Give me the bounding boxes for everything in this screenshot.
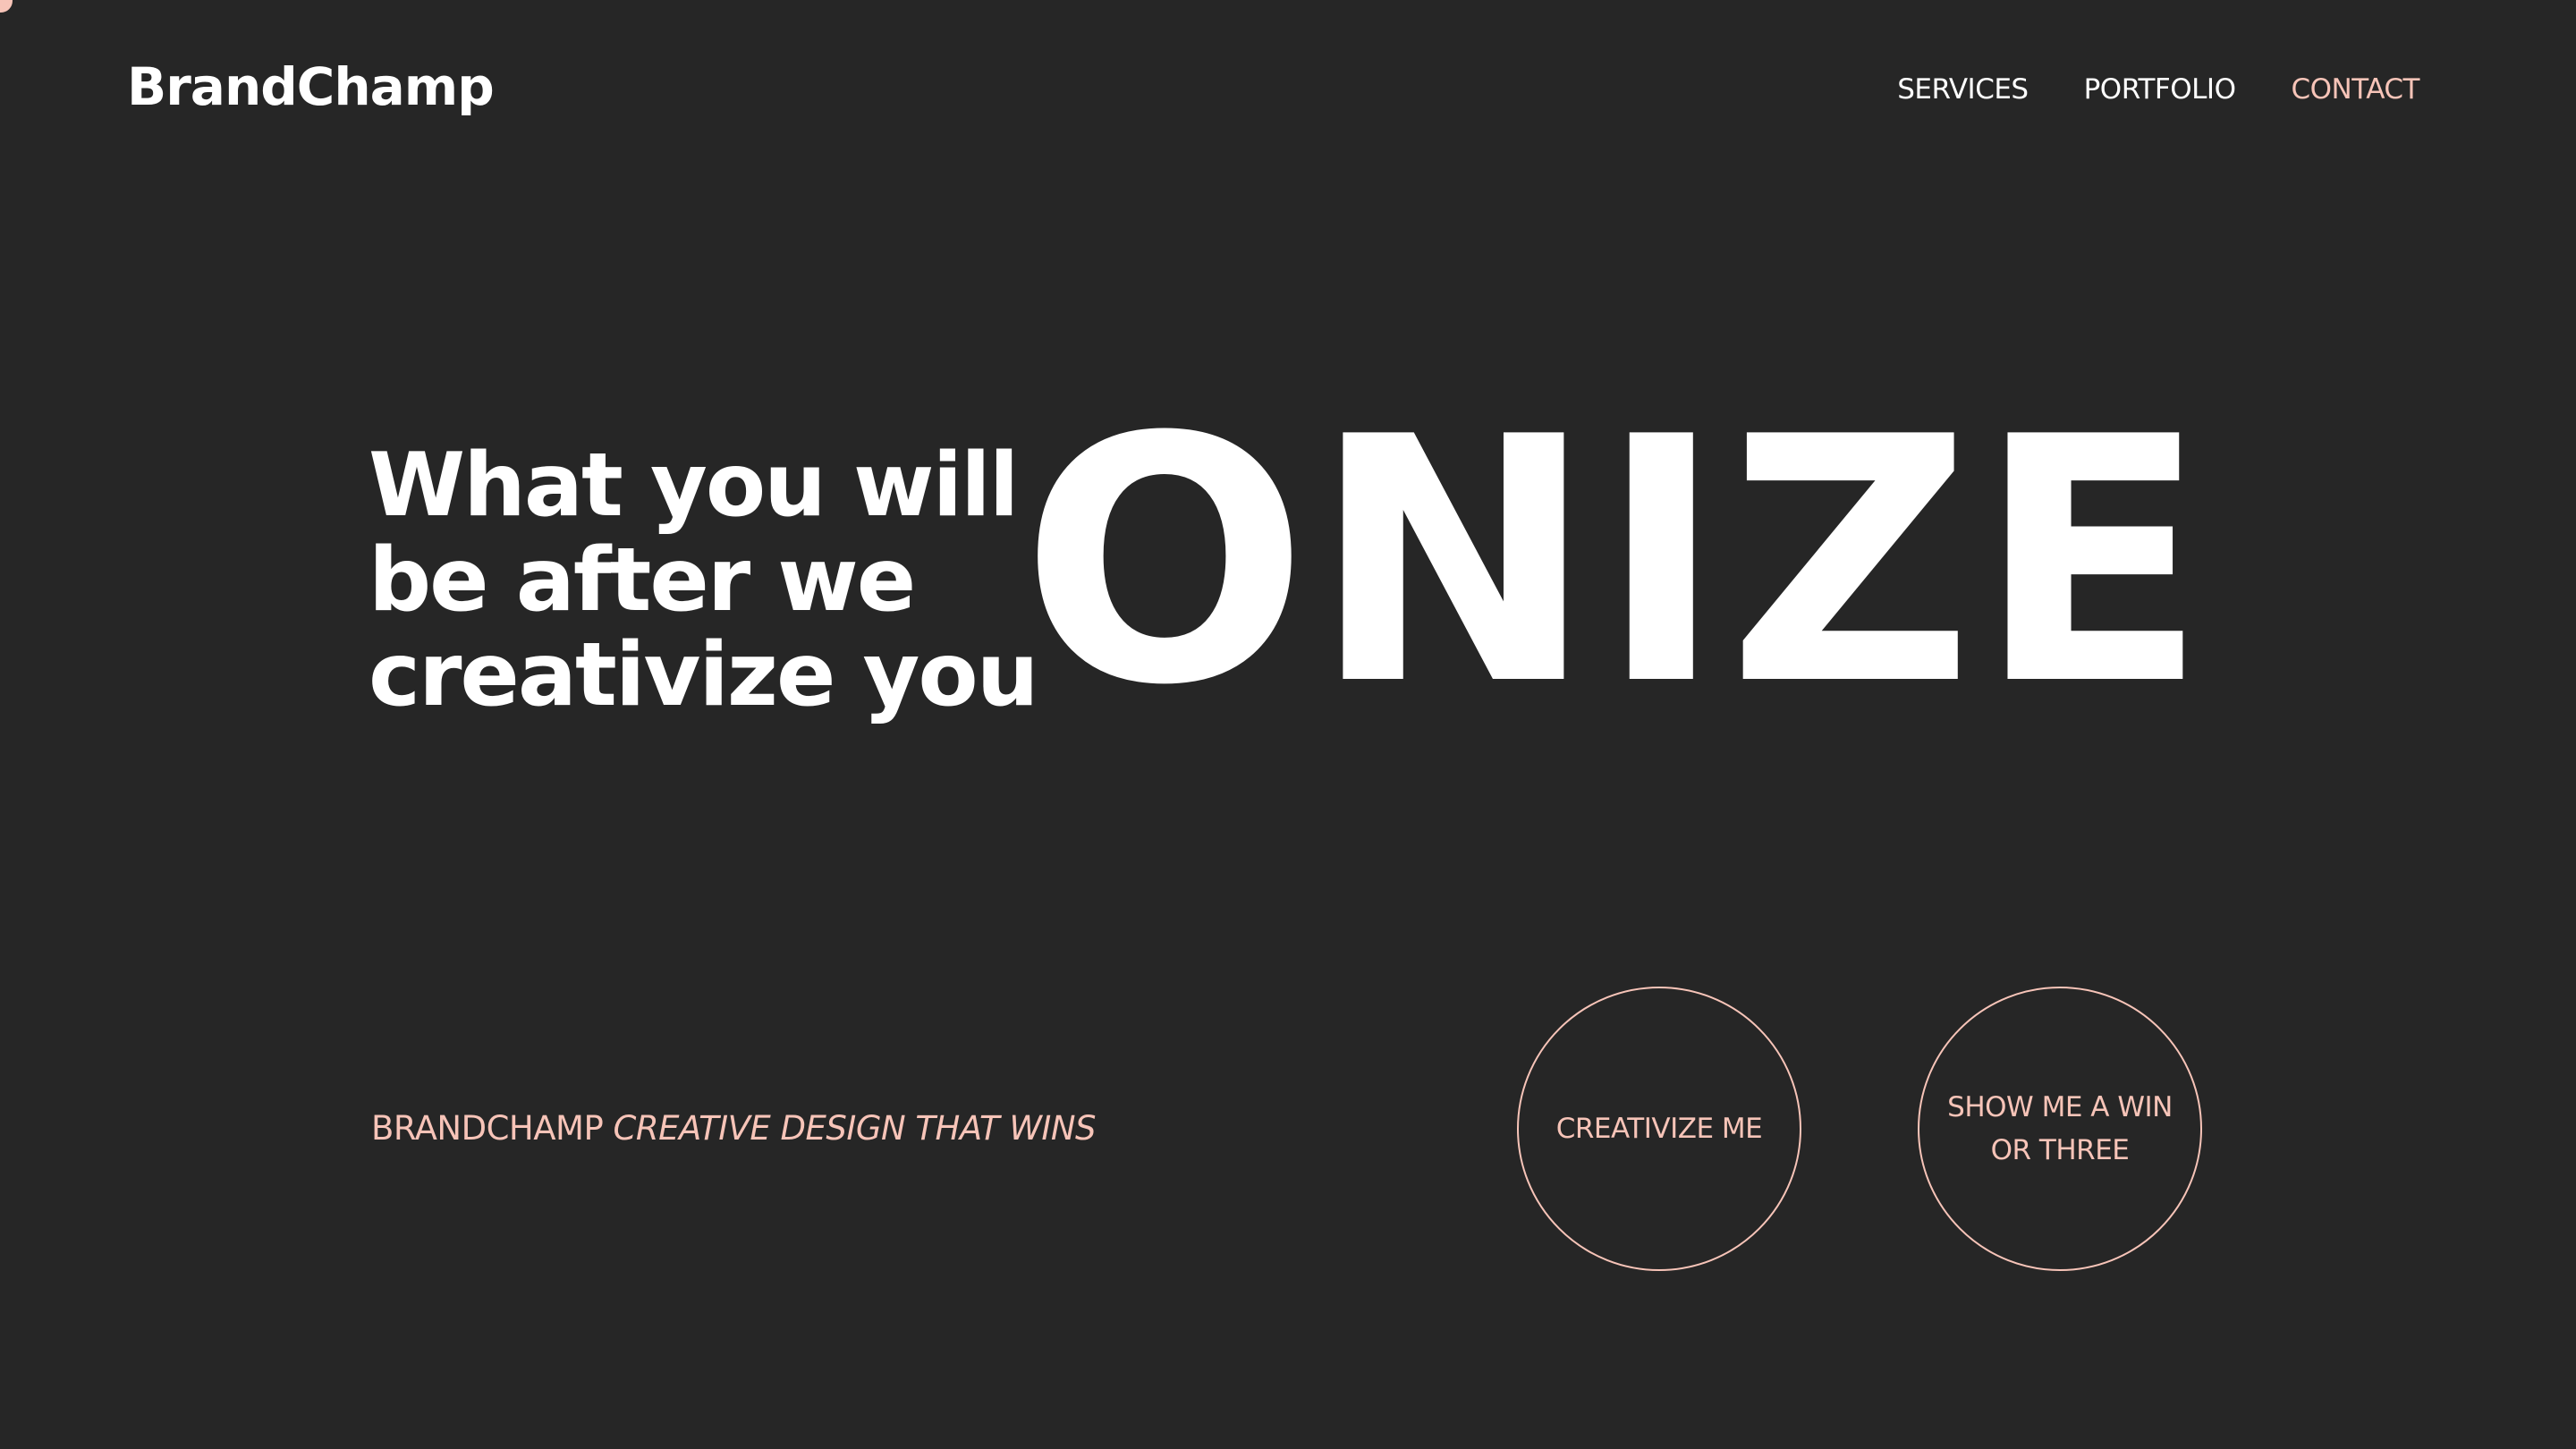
animated-big-word: PIONIZE <box>1030 420 2211 707</box>
headline-line: be after we <box>369 530 916 631</box>
show-me-a-win-button[interactable]: SHOW ME A WIN OR THREE <box>1918 987 2202 1271</box>
nav-link-contact[interactable]: CONTACT <box>2291 73 2419 106</box>
tagline-brand: BRANDCHAMP <box>371 1109 604 1148</box>
nav-link-portfolio[interactable]: PORTFOLIO <box>2084 73 2236 106</box>
nav-link-services[interactable]: SERVICES <box>1897 73 2029 106</box>
creativize-me-button[interactable]: CREATIVIZE ME <box>1517 987 1801 1271</box>
headline-line: creativize you <box>369 624 1039 726</box>
main-nav: SERVICES PORTFOLIO CONTACT <box>1897 73 2419 106</box>
tagline-slogan: CREATIVE DESIGN THAT WINS <box>613 1109 1097 1148</box>
hero-headline: What you will be after we creativize you <box>369 435 1039 726</box>
tagline: BRANDCHAMP CREATIVE DESIGN THAT WINS <box>371 1109 1097 1148</box>
cursor-dot <box>0 0 13 13</box>
brandchamp-logo[interactable]: BrandChamp <box>127 61 495 113</box>
animated-word-mask: PIONIZE <box>1030 420 2211 707</box>
headline-line: What you will <box>369 435 1019 537</box>
